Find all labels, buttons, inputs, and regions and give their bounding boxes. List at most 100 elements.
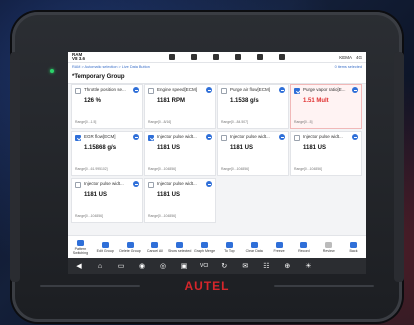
function-toolbar: Pattern Switching Edit Group Delete Group C… [68,235,366,258]
bezel-detail-left [40,285,140,287]
data-card[interactable]: EGR flow[ECM] 1.15868 g/s Range[0...61.995… [71,131,143,176]
tool-label: Record [298,248,310,253]
minus-icon[interactable] [133,181,139,187]
tool-label: Delete Group [119,248,141,253]
exit-icon[interactable] [279,54,286,60]
tool-show-selected[interactable]: Show selected [167,236,192,258]
tool-freeze[interactable]: Freeze [267,236,292,258]
minus-icon[interactable] [133,87,139,93]
pid-name: Purge air flow[ECM] [230,87,271,92]
recent-apps-icon[interactable]: ▭ [116,262,126,270]
vehicle-info: RAM V8 3.6 [72,52,86,62]
tool-switch[interactable]: Pattern Switching [68,236,93,258]
data-card[interactable]: Injector pulse widt... 1181 US Range[0...1… [144,131,216,176]
tool-graph-merge[interactable]: Graph Merge [192,236,217,258]
pid-name: Injector pulse widt... [157,181,197,186]
card-checkbox[interactable] [221,88,227,94]
minus-icon[interactable] [279,87,285,93]
grid-icon[interactable]: ☷ [261,262,271,270]
minus-icon[interactable] [352,134,358,140]
screen-record-icon[interactable]: ◎ [158,262,168,270]
switch-icon [76,239,84,246]
pid-value: 1181 US [84,192,108,198]
data-card[interactable]: Purge air flow[ECM] 1.1538 g/s Range[0...8… [217,84,289,129]
tool-delete-group[interactable]: Delete Group [118,236,143,258]
pid-range: Range[0...104856] [221,167,249,171]
zoom-icon[interactable]: ⊕ [282,262,292,270]
car-icon[interactable] [169,54,176,60]
minus-icon[interactable] [279,134,285,140]
mail-icon[interactable]: ✉ [240,262,250,270]
refresh-icon[interactable]: ↻ [219,262,229,270]
pid-name: Injector pulse widt... [157,134,197,139]
vci-icon[interactable]: VCI [200,263,208,269]
minus-icon[interactable] [206,134,212,140]
status-icons [169,54,286,60]
card-checkbox[interactable] [75,135,81,141]
gear-icon[interactable] [213,54,220,60]
card-checkbox[interactable] [148,135,154,141]
card-checkbox[interactable] [148,182,154,188]
data-card[interactable]: Injector pulse widt... 1181 US Range[0...1… [217,131,289,176]
tool-label: Edit Group [96,248,114,253]
edit-icon [101,241,109,248]
bumper-left [10,52,20,282]
print-icon[interactable] [235,54,242,60]
tool-label: Graph Merge [193,248,216,253]
card-checkbox[interactable] [294,135,300,141]
pid-name: Injector pulse widt... [303,134,343,139]
card-checkbox[interactable] [75,182,81,188]
home-icon[interactable]: ⌂ [95,263,105,270]
tool-label: Show selected [168,248,192,253]
data-card[interactable]: Injector pulse widt... 1181 US Range[0...1… [71,178,143,223]
card-checkbox[interactable] [75,88,81,94]
tool-label: Freeze [273,248,285,253]
record-icon [300,241,308,248]
tool-to-top[interactable]: To Top [217,236,242,258]
print-icon[interactable] [257,54,264,60]
data-card[interactable]: Throttle position se... 126 % Range[0...1.… [71,84,143,129]
screenshot-icon[interactable]: ▣ [179,262,189,270]
data-card[interactable]: Purge vapor ratio[E... 1.51 Mult Range[0..… [290,84,362,129]
camera-icon[interactable]: ◉ [137,262,147,270]
system-navigation-bar: ◀ ⌂ ▭ ◉ ◎ ▣ VCI ↻ ✉ ☷ ⊕ ☀ [68,258,366,274]
live-data-grid: Throttle position se... 126 % Range[0...1.… [71,84,363,223]
clear-data-icon [250,241,258,248]
status-bar: RAM V8 3.6 KEMA 4G [68,52,366,62]
vehicle-model: V8 3.6 [72,56,86,61]
card-checkbox[interactable] [148,88,154,94]
pid-range: Range[0...5] [294,120,313,124]
pid-value: 1181 RPM [157,98,186,104]
tool-back[interactable]: Back [341,236,366,258]
pid-range: Range[0...104856] [148,214,176,218]
breadcrumb[interactable]: RAM > Automatic selection > Live Data Bu… [72,65,150,69]
tool-clear-data[interactable]: Clear Data [242,236,267,258]
minus-icon[interactable] [206,181,212,187]
tool-record[interactable]: Record [291,236,316,258]
brightness-icon[interactable]: ☀ [303,262,313,270]
minus-icon[interactable] [133,134,139,140]
data-card[interactable]: Engine speed[ECM] 1181 RPM Range[0...8/16] [144,84,216,129]
tool-edit[interactable]: Edit Group [93,236,118,258]
bumper-right [394,52,404,282]
minus-icon[interactable] [352,87,358,93]
pid-range: Range[0...104856] [148,167,176,171]
group-title-bar[interactable]: *Temporary Group [68,71,366,84]
card-checkbox[interactable] [221,135,227,141]
delete-group-icon [126,241,134,248]
back-icon[interactable]: ◀ [74,262,84,270]
minus-icon[interactable] [206,87,212,93]
pid-range: Range[0...8/16] [148,120,172,124]
tablet-screen: RAM V8 3.6 KEMA 4G RAM > Automatic selec… [68,52,366,274]
data-card[interactable]: Injector pulse widt... 1181 US Range[0...1… [144,178,216,223]
pid-name: Injector pulse widt... [84,181,124,186]
graph-merge-icon [201,241,209,248]
battery-label: KEMA [339,54,352,60]
tool-cancel[interactable]: Cancel All [142,236,167,258]
status-right: KEMA 4G [339,55,362,60]
card-checkbox[interactable] [294,88,300,94]
data-card[interactable]: Injector pulse widt... 1181 US Range[0...1… [290,131,362,176]
tool-review[interactable]: Review [316,236,341,258]
bus-icon[interactable] [191,54,198,60]
pid-range: Range[0...104856] [294,167,322,171]
